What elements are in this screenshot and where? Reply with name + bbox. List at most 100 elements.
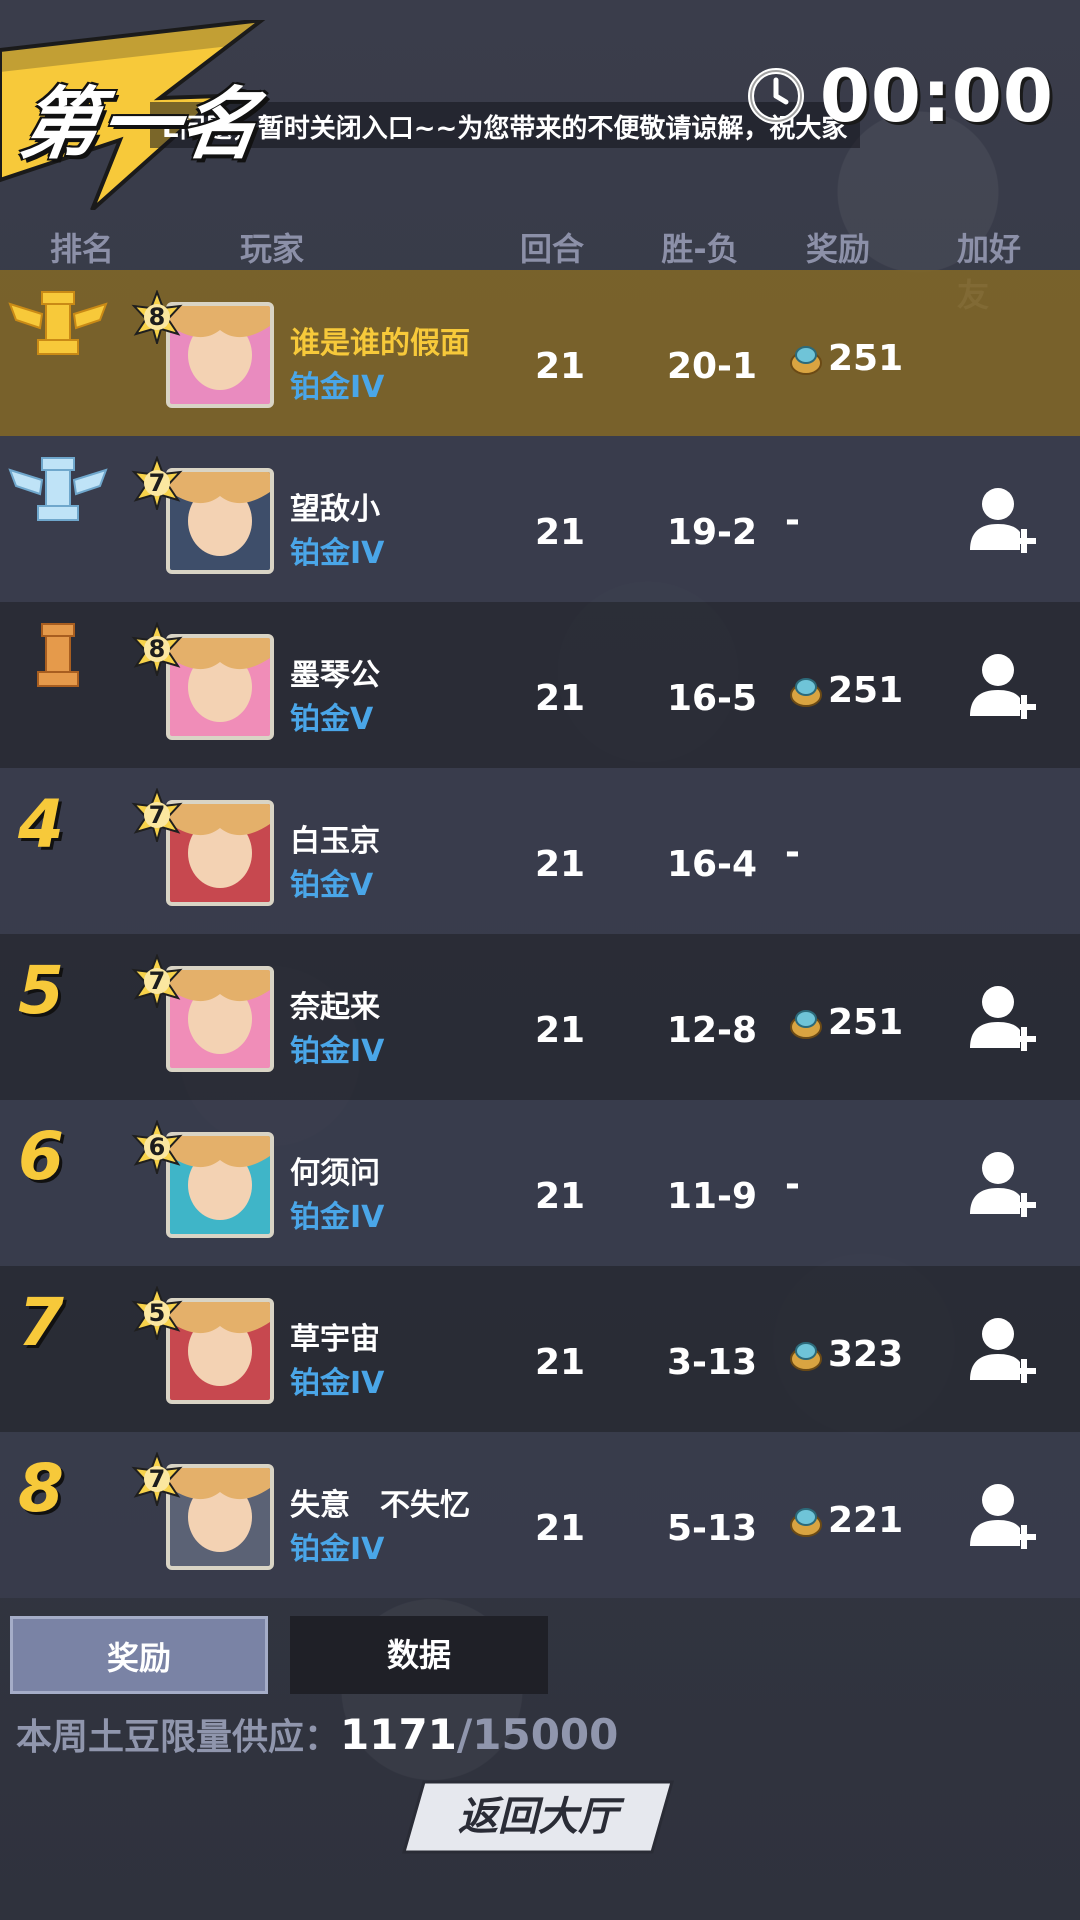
level-number: 7 — [148, 469, 166, 497]
rounds-value: 21 — [534, 346, 586, 387]
leaderboard-row: 4 7 白玉京 铂金V 21 16-4- — [0, 768, 1080, 934]
add-friend-button[interactable] — [968, 1480, 1038, 1556]
rank-number: 5 — [18, 952, 64, 1029]
reward-none: - — [785, 832, 800, 873]
leaderboard-row: 8 墨琴公铂金V 21 16-5 251 — [0, 602, 1080, 768]
player-tier: 铂金IV — [290, 1366, 385, 1401]
avatar-hair-icon — [170, 1302, 270, 1334]
avatar-hair-icon — [170, 638, 270, 670]
timer: 00:00 — [746, 54, 1054, 138]
rank-cell: 6 — [0, 1100, 110, 1266]
add-friend-icon — [970, 1152, 1036, 1217]
reward-none: - — [785, 500, 800, 541]
player-name: 白玉京 — [290, 824, 380, 859]
leaderboard-row: 7 5 草宇宙 铂金IV 21 3-13 323 — [0, 1266, 1080, 1432]
rank-number: 4 — [18, 786, 64, 863]
potato-coin-icon — [790, 1009, 822, 1039]
player-name: 奈起来 — [290, 990, 380, 1025]
level-badge: 7 — [130, 787, 184, 845]
winloss-value: 11-9 — [666, 1176, 758, 1217]
player-name: 何须问 — [290, 1156, 380, 1191]
level-number: 6 — [148, 1133, 166, 1161]
level-number: 7 — [148, 801, 166, 829]
player-tier: 铂金IV — [290, 1200, 385, 1235]
level-number: 7 — [148, 967, 166, 995]
back-to-lobby-button[interactable]: 返回大厅 — [402, 1780, 674, 1854]
rounds-value: 21 — [534, 678, 586, 719]
rounds-value: 21 — [534, 1508, 586, 1549]
potato-coin-icon — [790, 345, 822, 375]
potato-coin-icon — [790, 1507, 822, 1537]
player-tier: 铂金IV — [290, 370, 385, 405]
supply-separator: / — [456, 1710, 473, 1759]
clock-icon — [747, 68, 804, 124]
add-friend-icon — [970, 1318, 1036, 1383]
rank-number: 7 — [18, 1284, 64, 1361]
winloss-value: 16-5 — [666, 678, 758, 719]
add-friend-button[interactable] — [968, 1314, 1038, 1390]
column-headers: 排名 玩家 回合 胜-负 奖励 加好友 — [0, 220, 1080, 314]
player-tier: 铂金V — [290, 702, 374, 737]
level-number: 8 — [148, 635, 166, 663]
player-name: 望敌小 — [290, 492, 380, 527]
col-player: 玩家 — [239, 230, 305, 268]
player-tier: 铂金IV — [290, 1532, 385, 1567]
rank-title: 第一名 — [14, 80, 268, 170]
add-friend-button[interactable] — [968, 484, 1038, 560]
rank-number: 6 — [18, 1118, 64, 1195]
add-friend-button[interactable] — [968, 982, 1038, 1058]
add-friend-icon — [970, 654, 1036, 719]
player-name: 失意 不失忆 — [290, 1488, 470, 1523]
winloss-value: 16-4 — [666, 844, 758, 885]
player-tier: 铂金IV — [290, 1034, 385, 1069]
rank-cell: 5 — [0, 934, 110, 1100]
level-badge: 5 — [130, 1285, 184, 1343]
reward-value: 221 — [828, 1500, 904, 1541]
winloss-value: 20-1 — [666, 346, 758, 387]
potato-coin-icon — [790, 1341, 822, 1371]
avatar-hair-icon — [170, 804, 270, 836]
supply-max: 15000 — [472, 1710, 619, 1759]
reward-value: 251 — [828, 338, 904, 379]
col-rounds: 回合 — [519, 230, 585, 268]
rounds-value: 21 — [534, 1342, 586, 1383]
avatar-hair-icon — [170, 472, 270, 504]
bottom-tabs: 奖励 数据 — [10, 1616, 550, 1696]
rank-cell: 8 — [0, 1432, 110, 1598]
leaderboard-row: 5 7 奈起来铂金IV 21 12-8 251 — [0, 934, 1080, 1100]
potato-coin-icon — [790, 677, 822, 707]
add-friend-button[interactable] — [968, 1148, 1038, 1224]
add-friend-button[interactable] — [968, 650, 1038, 726]
notice-text: E问题，暂时关闭入口~~为您带来的不便敬请谅解，祝大家 — [162, 114, 848, 144]
player-name: 谁是谁的假面 — [290, 326, 470, 361]
leaderboard-row: 6 6 何须问 铂金IV 21 11-9- — [0, 1100, 1080, 1266]
winloss-value: 12-8 — [666, 1010, 758, 1051]
reward: 323 — [788, 1334, 903, 1375]
tab-data[interactable]: 数据 — [290, 1616, 548, 1694]
leaderboard-row: 8 谁是谁的假面 铂金IV 21 20-1 251 — [0, 270, 1080, 436]
rank-cell — [0, 270, 110, 436]
avatar-hair-icon — [170, 970, 270, 1002]
level-badge: 7 — [130, 953, 184, 1011]
avatar-hair-icon — [170, 1136, 270, 1168]
reward: 221 — [788, 1500, 903, 1541]
reward: 251 — [788, 338, 903, 379]
reward: 251 — [788, 1002, 903, 1043]
supply-label: 本周土豆限量供应： — [16, 1717, 341, 1758]
leaderboard-row: 8 7 失意 不失忆 铂金IV 21 5-13 221 — [0, 1432, 1080, 1598]
rank-number: 8 — [18, 1450, 64, 1527]
add-friend-icon — [970, 986, 1036, 1051]
tab-reward[interactable]: 奖励 — [10, 1616, 268, 1694]
player-tier: 铂金IV — [290, 536, 385, 571]
level-number: 8 — [148, 303, 166, 331]
back-button-label: 返回大厅 — [458, 1794, 618, 1840]
reward: 251 — [788, 670, 903, 711]
add-friend-icon — [970, 488, 1036, 553]
rank-cell — [0, 436, 110, 602]
rank-cell — [0, 602, 110, 768]
rounds-value: 21 — [534, 1010, 586, 1051]
add-friend-icon — [970, 1484, 1036, 1549]
col-rank: 排名 — [49, 230, 115, 268]
rounds-value: 21 — [534, 512, 586, 553]
player-name: 墨琴公 — [290, 658, 380, 693]
